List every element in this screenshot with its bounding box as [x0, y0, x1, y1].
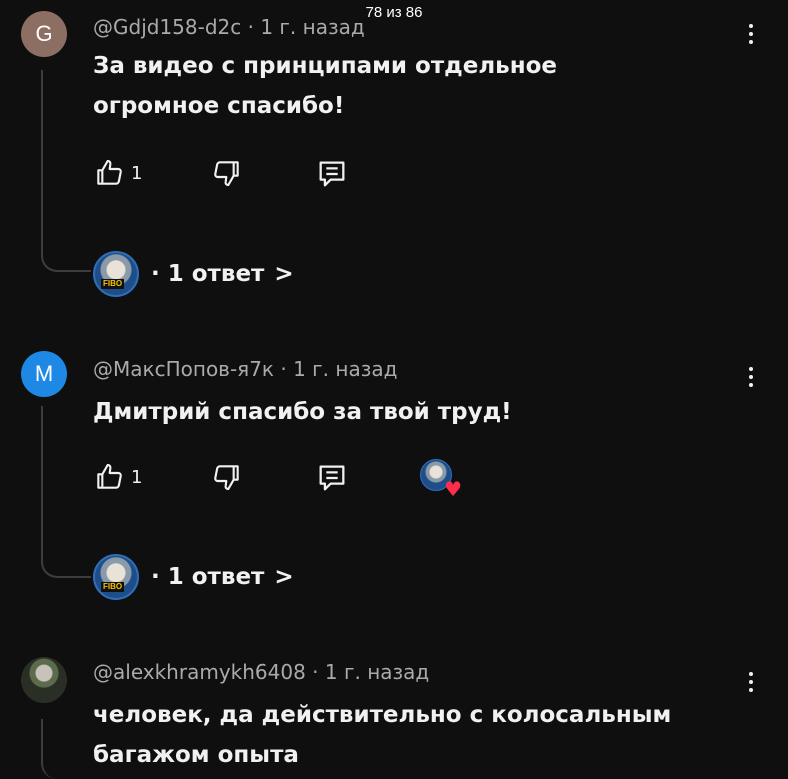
- like-button[interactable]: 1: [93, 157, 142, 189]
- replies-count: · 1 ответ: [151, 564, 265, 590]
- dislike-button[interactable]: [211, 461, 243, 493]
- more-vert-icon[interactable]: [740, 19, 762, 49]
- reply-button[interactable]: [315, 157, 349, 191]
- author-avatar[interactable]: [21, 657, 67, 703]
- reply-button[interactable]: [315, 461, 349, 495]
- reply-author-avatar: FIBO: [93, 251, 139, 297]
- creator-heart: ♥: [420, 459, 462, 499]
- reply-author-avatar: FIBO: [93, 554, 139, 600]
- avatar-letter: M: [34, 361, 54, 386]
- like-count: 1: [131, 466, 143, 488]
- channel-badge: FIBO: [101, 582, 125, 592]
- meta-separator: ·: [280, 357, 294, 381]
- channel-badge: FIBO: [101, 279, 125, 289]
- like-icon: [97, 463, 122, 489]
- comment-text: За видео с принципами отдельное огромное…: [93, 53, 558, 119]
- comment-text: Дмитрий спасибо за твой труд!: [93, 399, 512, 425]
- comment-meta: @alexkhramykh6408 · 1 г. назад: [93, 660, 429, 684]
- author-name[interactable]: @alexkhramykh6408: [93, 660, 306, 684]
- replies-count: · 1 ответ: [151, 261, 265, 287]
- dislike-icon: [214, 161, 239, 187]
- meta-separator: ·: [312, 660, 325, 684]
- comment-text: человек, да действительно с колосальным …: [93, 702, 672, 768]
- reply-icon: [319, 161, 345, 187]
- avatar-letter: G: [35, 21, 53, 46]
- chevron-right-icon: >: [274, 564, 294, 590]
- more-vert-icon[interactable]: [740, 667, 762, 697]
- comment-counter: 78 из 86: [365, 4, 423, 21]
- comment-time: 1 г. назад: [293, 357, 398, 381]
- comment-actions: 1 ♥: [93, 459, 493, 499]
- comment-meta: @МаксПопов-я7к · 1 г. назад: [93, 357, 397, 381]
- more-vert-icon[interactable]: [740, 362, 762, 392]
- reply-icon: [319, 465, 345, 491]
- thread-line: [41, 406, 91, 578]
- author-name[interactable]: @МаксПопов-я7к: [93, 357, 274, 381]
- comment-actions: 1: [93, 157, 493, 191]
- chevron-right-icon: >: [274, 261, 294, 287]
- like-button[interactable]: 1: [93, 461, 142, 493]
- heart-icon: ♥: [444, 477, 462, 501]
- comment-2: M @МаксПопов-я7к · 1 г. назад Дмитрий сп…: [0, 340, 788, 610]
- comment-1: G @Gdjd158-d2c · 1 г. назад За видео с п…: [0, 0, 788, 300]
- dislike-icon: [214, 465, 239, 491]
- replies-toggle[interactable]: FIBO · 1 ответ >: [93, 249, 294, 299]
- like-icon: [97, 159, 122, 185]
- replies-toggle[interactable]: FIBO · 1 ответ >: [93, 552, 294, 602]
- dislike-button[interactable]: [211, 157, 243, 189]
- comment-time: 1 г. назад: [324, 660, 430, 684]
- author-avatar[interactable]: M: [21, 351, 67, 397]
- like-count: 1: [131, 162, 143, 184]
- thread-line: [41, 719, 91, 779]
- comment-3: @alexkhramykh6408 · 1 г. назад человек, …: [0, 645, 788, 779]
- thread-line: [41, 70, 91, 272]
